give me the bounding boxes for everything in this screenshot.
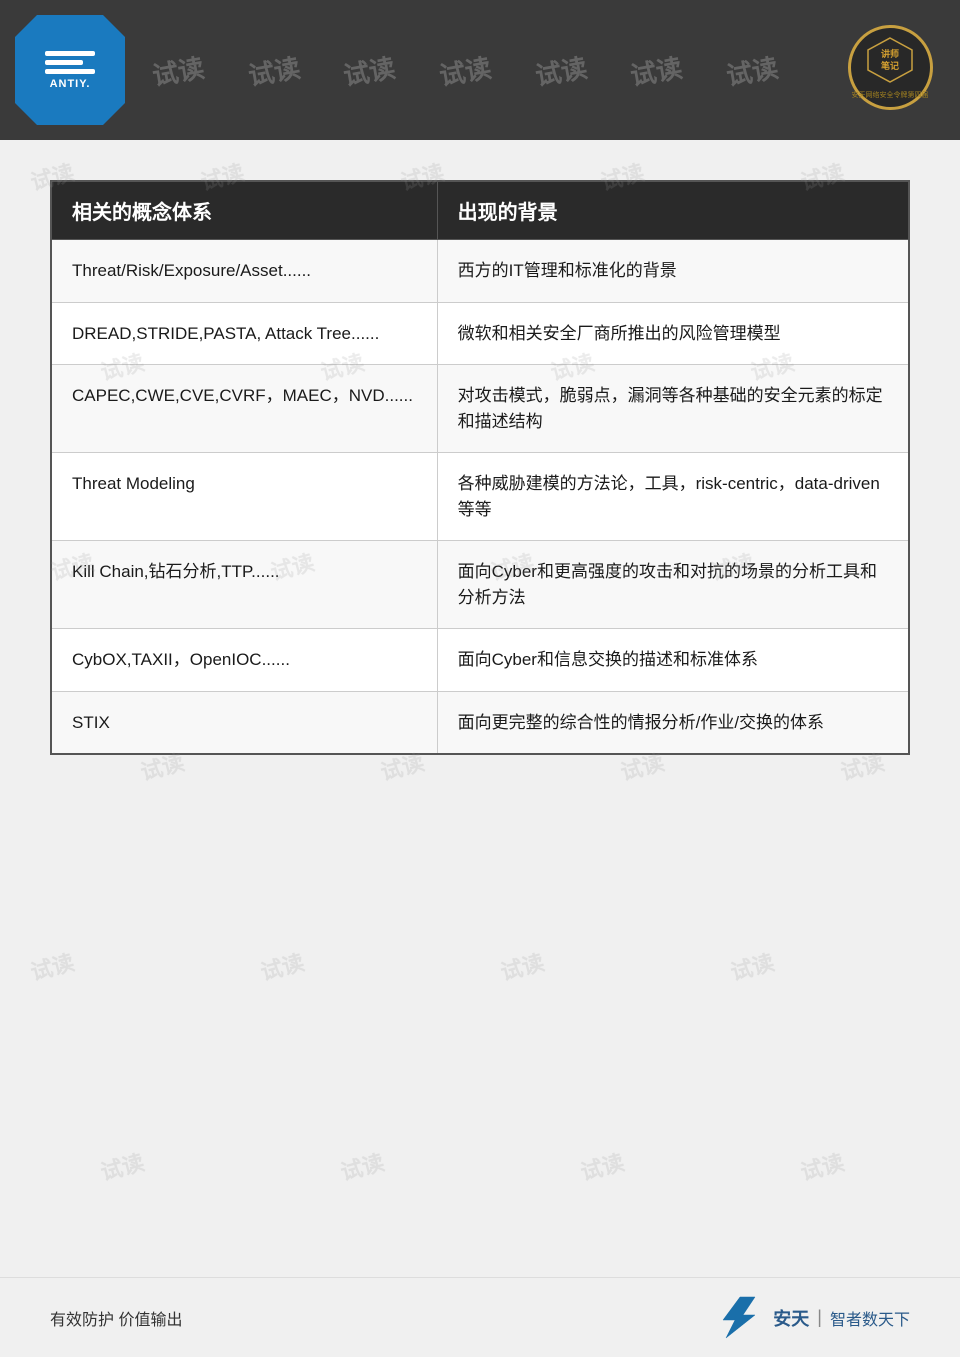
table-row: Threat/Risk/Exposure/Asset......西方的IT管理和… xyxy=(51,240,909,303)
table-cell-right: 面向Cyber和信息交换的描述和标准体系 xyxy=(437,629,909,692)
header-wm-3: 试读 xyxy=(340,47,398,92)
table-cell-right: 微软和相关安全厂商所推出的风险管理模型 xyxy=(437,302,909,365)
svg-text:讲师: 讲师 xyxy=(881,48,899,59)
col-right-header: 出现的背景 xyxy=(437,181,909,240)
table-cell-right: 西方的IT管理和标准化的背景 xyxy=(437,240,909,303)
header-watermarks: 试读 试读 试读 试读 试读 试读 试读 xyxy=(0,0,960,140)
header-wm-2: 试读 xyxy=(245,47,303,92)
table-cell-left: CybOX,TAXII，OpenIOC...... xyxy=(51,629,437,692)
table-cell-right: 各种威胁建模的方法论，工具，risk-centric，data-driven等等 xyxy=(437,453,909,541)
table-row: CybOX,TAXII，OpenIOC......面向Cyber和信息交换的描述… xyxy=(51,629,909,692)
footer-right: 安天 | 智者数天下 xyxy=(713,1295,910,1340)
concept-table: 相关的概念体系 出现的背景 Threat/Risk/Exposure/Asset… xyxy=(50,180,910,755)
header-wm-1: 试读 xyxy=(149,47,207,92)
table-row: CAPEC,CWE,CVE,CVRF，MAEC，NVD......对攻击模式，脆… xyxy=(51,365,909,453)
top-right-logo: 讲师 笔记 安天网络安全令牌第四届 xyxy=(830,10,950,125)
table-cell-right: 面向更完整的综合性的情报分析/作业/交换的体系 xyxy=(437,691,909,754)
circle-logo-subtitle: 安天网络安全令牌第四届 xyxy=(852,90,929,100)
table-cell-right: 面向Cyber和更高强度的攻击和对抗的场景的分析工具和分析方法 xyxy=(437,541,909,629)
table-cell-right: 对攻击模式，脆弱点，漏洞等各种基础的安全元素的标定和描述结构 xyxy=(437,365,909,453)
table-row: STIX面向更完整的综合性的情报分析/作业/交换的体系 xyxy=(51,691,909,754)
table-cell-left: Threat/Risk/Exposure/Asset...... xyxy=(51,240,437,303)
body-watermark-24: 试读 xyxy=(797,1145,848,1187)
header-wm-6: 试读 xyxy=(628,47,686,92)
circle-logo-text: 讲师 笔记 xyxy=(852,35,929,88)
col-left-header: 相关的概念体系 xyxy=(51,181,437,240)
header-wm-4: 试读 xyxy=(436,47,494,92)
body-watermark-19: 试读 xyxy=(497,945,548,987)
body-watermark-18: 试读 xyxy=(257,945,308,987)
table-row: Threat Modeling各种威胁建模的方法论，工具，risk-centri… xyxy=(51,453,909,541)
body-watermark-23: 试读 xyxy=(577,1145,628,1187)
table-cell-left: DREAD,STRIDE,PASTA, Attack Tree...... xyxy=(51,302,437,365)
header-wm-5: 试读 xyxy=(532,47,590,92)
table-cell-left: CAPEC,CWE,CVE,CVRF，MAEC，NVD...... xyxy=(51,365,437,453)
table-row: Kill Chain,钻石分析,TTP......面向Cyber和更高强度的攻击… xyxy=(51,541,909,629)
body-watermark-21: 试读 xyxy=(97,1145,148,1187)
footer-divider: | xyxy=(817,1307,822,1328)
footer-logo-icon xyxy=(713,1295,768,1340)
table-cell-left: Threat Modeling xyxy=(51,453,437,541)
footer: 有效防护 价值输出 安天 | 智者数天下 xyxy=(0,1277,960,1357)
footer-brand: 安天 xyxy=(773,1305,809,1331)
svg-text:笔记: 笔记 xyxy=(881,60,899,71)
main-content: 相关的概念体系 出现的背景 Threat/Risk/Exposure/Asset… xyxy=(0,140,960,795)
footer-slogan: 智者数天下 xyxy=(830,1306,910,1330)
footer-left-text: 有效防护 价值输出 xyxy=(50,1306,182,1330)
table-row: DREAD,STRIDE,PASTA, Attack Tree......微软和… xyxy=(51,302,909,365)
circle-logo: 讲师 笔记 安天网络安全令牌第四届 xyxy=(848,25,933,110)
body-watermark-20: 试读 xyxy=(727,945,778,987)
body-watermark-17: 试读 xyxy=(27,945,78,987)
header-wm-7: 试读 xyxy=(723,47,781,92)
body-watermark-22: 试读 xyxy=(337,1145,388,1187)
table-cell-left: Kill Chain,钻石分析,TTP...... xyxy=(51,541,437,629)
header: ANTIY. 试读 试读 试读 试读 试读 试读 试读 讲师 笔记 安天网络安全… xyxy=(0,0,960,140)
table-cell-left: STIX xyxy=(51,691,437,754)
